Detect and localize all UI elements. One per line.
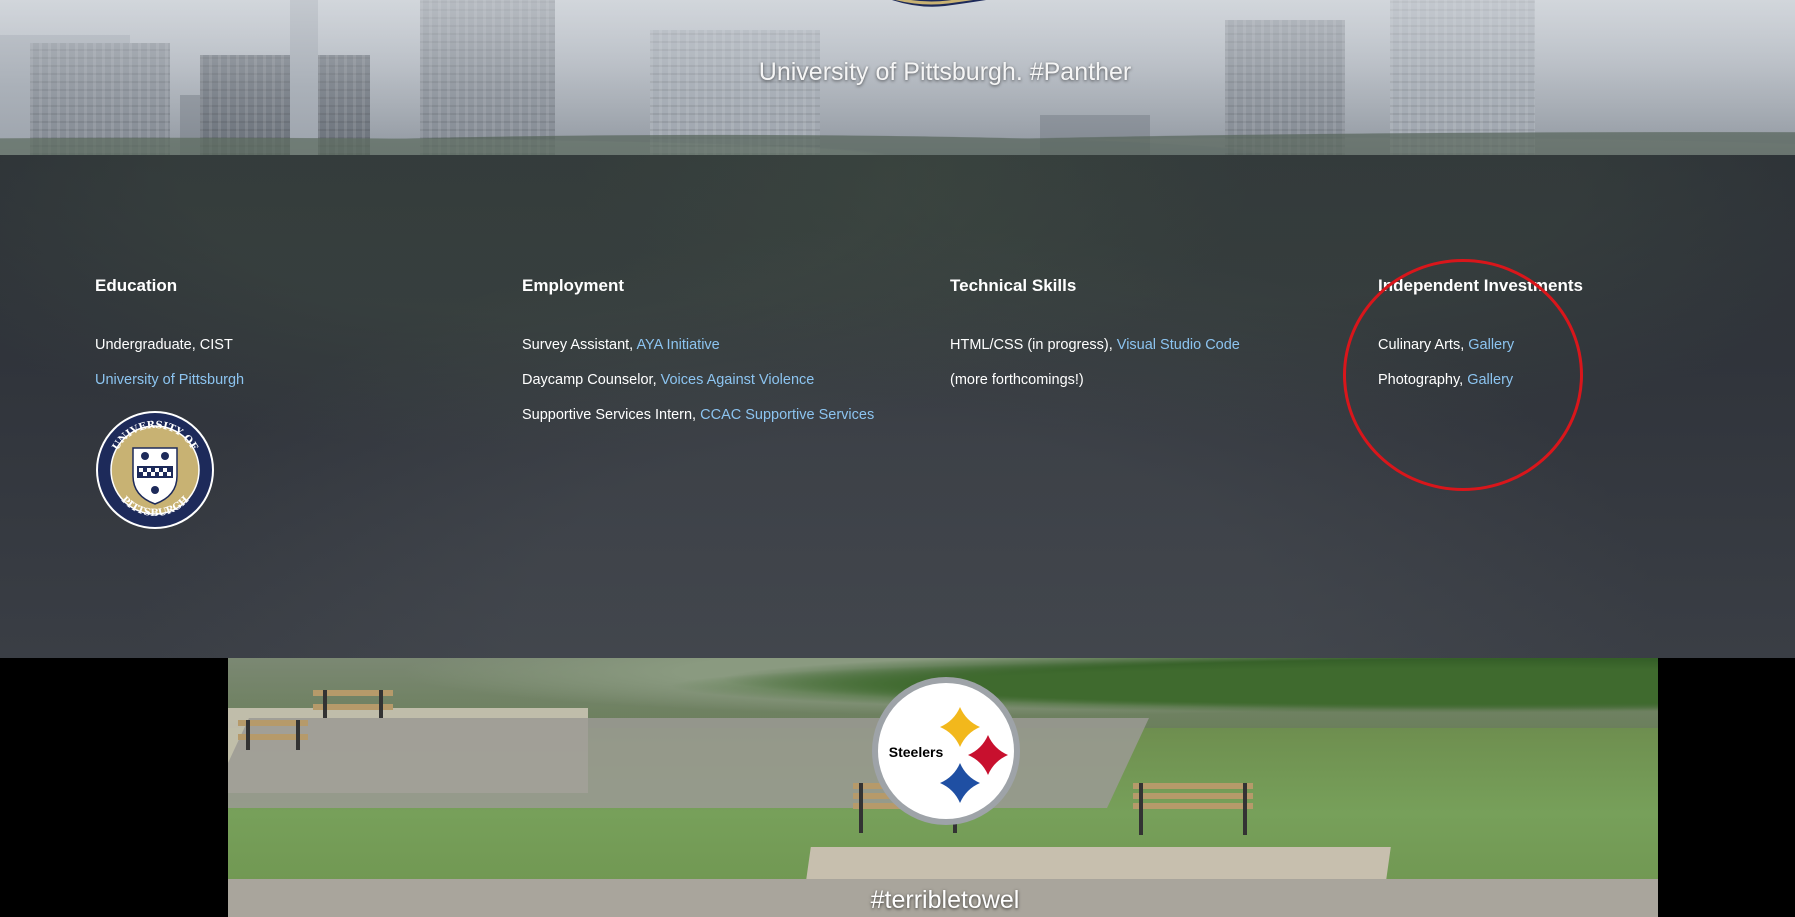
technical-skills-heading: Technical Skills (950, 276, 1077, 295)
university-seal-icon: UNIVERSITY OF PITTSBURGH (96, 411, 214, 529)
panther-logo-icon (892, 0, 987, 7)
employment-heading: Employment (522, 276, 625, 295)
employment-item: Supportive Services Intern, CCAC Support… (522, 405, 874, 425)
employment-role: Survey Assistant, (522, 337, 637, 353)
page: University of Pittsburgh. #Panther Educa… (0, 0, 1795, 917)
skill-item: HTML/CSS (in progress), Visual Studio Co… (950, 335, 1240, 355)
treeline (0, 115, 1795, 155)
employment-role: Daycamp Counselor, (522, 372, 661, 388)
education-degree: Undergraduate, CIST (95, 337, 233, 353)
education-heading: Education (95, 276, 178, 295)
voices-against-violence-link[interactable]: Voices Against Violence (661, 372, 815, 388)
university-link[interactable]: University of Pittsburgh (95, 372, 244, 388)
employment-role: Supportive Services Intern, (522, 407, 701, 423)
employment-item: Daycamp Counselor, Voices Against Violen… (522, 370, 874, 390)
picnic-table (313, 690, 393, 718)
skill-item: (more forthcomings!) (950, 370, 1240, 390)
aya-initiative-link[interactable]: AYA Initiative (636, 337, 719, 353)
visual-studio-code-link[interactable]: Visual Studio Code (1117, 337, 1240, 353)
employment-column: Employment Survey Assistant, AYA Initiat… (522, 275, 874, 440)
steelers-logo-text: Steelers (889, 744, 944, 760)
employment-item: Survey Assistant, AYA Initiative (522, 335, 874, 355)
park-bench (1133, 783, 1253, 835)
tagline: #terribletowel (870, 886, 1020, 914)
hero-title: University of Pittsburgh. #Panther (758, 58, 1132, 86)
education-column: Education Undergraduate, CIST University… (95, 275, 244, 535)
skill-text: (more forthcomings!) (950, 372, 1084, 388)
picnic-table (238, 720, 308, 750)
skill-text: HTML/CSS (in progress), (950, 337, 1117, 353)
steelers-logo-icon: Steelers (872, 677, 1020, 825)
technical-skills-column: Technical Skills HTML/CSS (in progress),… (950, 275, 1240, 405)
ccac-supportive-services-link[interactable]: CCAC Supportive Services (700, 407, 874, 423)
annotation-circle (1343, 259, 1583, 491)
